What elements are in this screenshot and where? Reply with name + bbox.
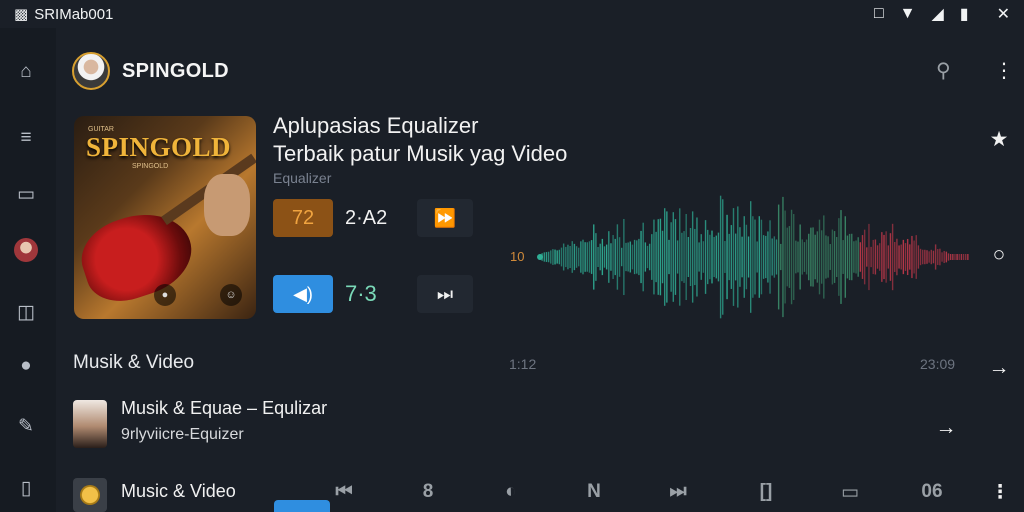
preset-value-pill[interactable]: 72	[273, 199, 333, 237]
album-play-icon[interactable]: ●	[154, 284, 176, 306]
avatar[interactable]	[12, 236, 40, 264]
disc-icon[interactable]: ●	[12, 352, 40, 380]
active-chip[interactable]	[274, 500, 330, 512]
guitar-illustration	[74, 200, 202, 312]
time-start: 1:12	[509, 356, 537, 372]
screen-icon[interactable]: ▭	[836, 480, 864, 504]
star-icon[interactable]: ★	[987, 127, 1011, 151]
more-vertical-icon[interactable]: ⋮	[994, 58, 1014, 83]
zero-six-icon[interactable]: 06	[918, 480, 946, 504]
arrow-right-icon[interactable]: →	[934, 416, 958, 440]
bracket-icon[interactable]: []	[752, 480, 780, 504]
signal-icon: ◢	[931, 6, 944, 23]
album-subcaption: SPINGOLD	[132, 163, 169, 170]
list-item-subtitle: 9rlyviicre-Equizer	[121, 426, 244, 443]
list-item-title: Musik & Equae – Equlizar	[121, 398, 328, 418]
list-thumbnail	[73, 400, 107, 448]
app-icon: ▩	[14, 6, 29, 23]
library-icon[interactable]: ◫	[12, 298, 40, 326]
skip-icon[interactable]: ⏭	[664, 480, 692, 504]
brand-avatar[interactable]	[72, 52, 110, 90]
circle-icon[interactable]: ○	[987, 243, 1011, 267]
vibrate-icon: □	[873, 5, 884, 22]
search-icon[interactable]: ⚲	[936, 58, 951, 83]
next-icon[interactable]: ⏭	[417, 275, 473, 313]
wifi-icon: ▼	[899, 5, 916, 22]
waveform-start-dot	[537, 254, 543, 260]
album-profile-icon[interactable]: ☺	[220, 284, 242, 306]
now-playing-title-line1: Aplupasias Equalizer	[273, 113, 479, 138]
device-icon[interactable]: ▯	[12, 474, 40, 502]
n-icon[interactable]: N	[580, 480, 608, 504]
close-icon[interactable]: ✕	[997, 4, 1010, 24]
list-thumbnail	[73, 478, 107, 512]
status-bar: ▩ SRIMab001 □ ▼ ◢ ▮ ✕	[0, 0, 1024, 28]
album-art[interactable]: GUITAR SPINGOLD SPINGOLD ● ☺	[74, 116, 256, 319]
eight-icon[interactable]: 8	[414, 480, 442, 504]
more-vertical-icon[interactable]: ⋮	[986, 480, 1014, 504]
list-item-title: Music & Video	[121, 481, 236, 501]
waveform[interactable]	[500, 140, 980, 370]
row1-label: 2·A2	[345, 206, 388, 229]
add-folder-icon[interactable]: ✎	[12, 412, 40, 440]
volume-icon[interactable]: ◀)	[273, 275, 333, 313]
half-circle-icon[interactable]: ◐	[497, 480, 525, 504]
time-end: 23:09	[920, 356, 956, 372]
album-brand-text: SPINGOLD	[86, 132, 232, 162]
equalizer-icon[interactable]: ≡	[12, 124, 40, 152]
list-item[interactable]: Music & Video	[73, 478, 273, 512]
rewind-icon[interactable]: ⏮	[330, 480, 358, 504]
hand-illustration	[204, 174, 250, 236]
home-icon[interactable]: ⌂	[12, 58, 40, 86]
row2-label: 7·3	[345, 281, 377, 306]
screen-icon[interactable]: ▭	[12, 180, 40, 208]
control-row-2: ◀) 7·3 ⏭	[273, 275, 473, 313]
section-title: Musik & Video	[73, 352, 195, 373]
app-header: SPINGOLD	[72, 50, 229, 92]
list-item[interactable]: Musik & Equae – Equlizar 9rlyviicre-Equi…	[73, 398, 973, 450]
now-playing-subtitle: Equalizer	[273, 170, 332, 186]
brand-title: SPINGOLD	[122, 59, 229, 82]
control-row-1: 72 2·A2 ⏩	[273, 199, 473, 237]
arrow-right-icon[interactable]: →	[987, 356, 1011, 380]
nav-rail: ⌂ ≡ ▭ ◫ ● ✎ ▯	[0, 28, 56, 512]
battery-icon: ▮	[959, 6, 969, 23]
status-app-label: SRIMab001	[34, 5, 114, 23]
skip-forward-icon[interactable]: ⏩	[417, 199, 473, 237]
